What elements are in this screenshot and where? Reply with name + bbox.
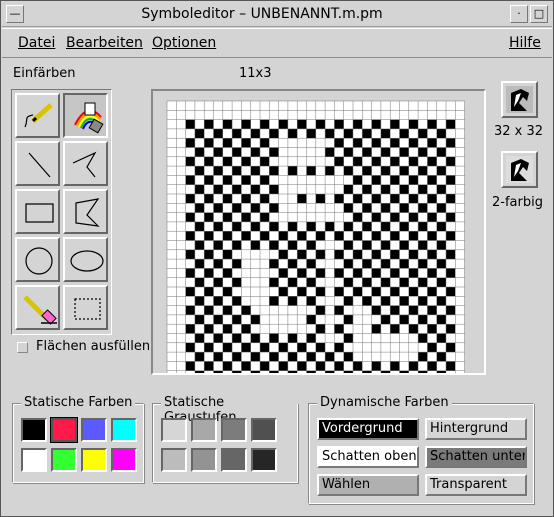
dynamic-color-button[interactable]: Schatten oben: [317, 446, 419, 468]
grid-size-label: 11x3: [239, 66, 272, 81]
pencil-tool[interactable]: [15, 93, 60, 138]
symbol-preview-icon: [506, 86, 533, 113]
static-color-swatch[interactable]: [81, 418, 107, 442]
polyline-tool[interactable]: [63, 141, 108, 186]
circle-icon: [25, 247, 53, 275]
rectangle-tool[interactable]: [15, 189, 60, 234]
flood-fill-tool[interactable]: [63, 93, 108, 138]
canvas-frame: [151, 89, 486, 399]
current-tool-label: Einfärben: [13, 66, 76, 81]
menu-hilfe[interactable]: Hilfe: [509, 35, 541, 51]
polyline-icon: [72, 151, 97, 178]
static-color-swatch[interactable]: [81, 448, 107, 472]
static-color-swatch[interactable]: [111, 418, 137, 442]
dynamic-colors-title: Dynamische Farben: [317, 395, 452, 410]
line-tool[interactable]: [15, 141, 60, 186]
dynamic-color-button[interactable]: Wählen: [317, 474, 419, 496]
polygon-icon: [75, 198, 100, 227]
static-gray-swatch[interactable]: [251, 448, 277, 472]
dynamic-color-button[interactable]: Transparent: [425, 474, 527, 496]
dynamic-color-button[interactable]: Vordergrund: [317, 418, 419, 440]
menu-datei[interactable]: Datei: [18, 35, 55, 51]
dynamic-color-button[interactable]: Hintergrund: [425, 418, 527, 440]
fill-shapes-label: Flächen ausfüllen: [36, 339, 151, 354]
static-gray-swatch[interactable]: [221, 448, 247, 472]
polygon-tool[interactable]: [63, 189, 108, 234]
menu-optionen[interactable]: Optionen: [152, 35, 216, 51]
maximize-icon[interactable]: □: [530, 5, 548, 23]
eraser-tool[interactable]: [15, 285, 60, 330]
static-gray-swatch[interactable]: [251, 418, 277, 442]
symbol-preview-2color-icon: [506, 156, 533, 183]
static-color-swatch[interactable]: [111, 448, 137, 472]
dynamic-colors-group: Dynamische Farben Vordergrund Hintergrund…: [308, 395, 534, 504]
static-colors-group: Statische Farben: [12, 395, 144, 483]
window-menu-icon[interactable]: —: [6, 5, 24, 23]
static-color-swatch[interactable]: [51, 418, 77, 442]
pixel-grid-canvas[interactable]: [153, 91, 484, 399]
selection-rect-icon: [74, 298, 101, 320]
preview-2color-label: 2-farbig: [492, 195, 543, 210]
menu-bearbeiten[interactable]: Bearbeiten: [66, 35, 143, 51]
ellipse-icon: [70, 250, 104, 272]
preview-32-button[interactable]: [501, 81, 538, 118]
static-gray-swatch[interactable]: [191, 418, 217, 442]
line-icon: [28, 152, 51, 178]
symbol-editor-window: — Symboleditor – UNBENANNT.m.pm · □ Date…: [0, 0, 554, 517]
circle-tool[interactable]: [15, 237, 60, 282]
select-tool[interactable]: [63, 285, 108, 330]
static-gray-swatch[interactable]: [191, 448, 217, 472]
rectangle-icon: [25, 203, 54, 223]
rainbow-fill-icon: [74, 102, 104, 134]
fill-shapes-checkbox[interactable]: [17, 342, 28, 353]
menu-bar: Datei Bearbeiten Optionen Hilfe: [2, 28, 552, 58]
static-gray-swatch[interactable]: [161, 418, 187, 442]
eraser-icon: [23, 295, 57, 325]
preview-2color-button[interactable]: [501, 151, 538, 188]
ellipse-tool[interactable]: [63, 237, 108, 282]
title-bar[interactable]: — Symboleditor – UNBENANNT.m.pm · □: [2, 2, 552, 27]
static-gray-swatch[interactable]: [221, 418, 247, 442]
preview-32-label: 32 x 32: [494, 124, 544, 139]
pencil-icon: [24, 103, 53, 128]
tool-palette: [11, 89, 112, 335]
static-color-swatch[interactable]: [21, 448, 47, 472]
static-color-swatch[interactable]: [51, 448, 77, 472]
static-grays-group: Statische Graustufen: [152, 395, 298, 483]
dynamic-color-button[interactable]: Schatten unten: [425, 446, 527, 468]
minimize-icon[interactable]: ·: [510, 5, 528, 23]
window-title: Symboleditor – UNBENANNT.m.pm: [141, 6, 383, 22]
static-gray-swatch[interactable]: [161, 448, 187, 472]
static-color-swatch[interactable]: [21, 418, 47, 442]
static-colors-title: Statische Farben: [21, 395, 136, 410]
